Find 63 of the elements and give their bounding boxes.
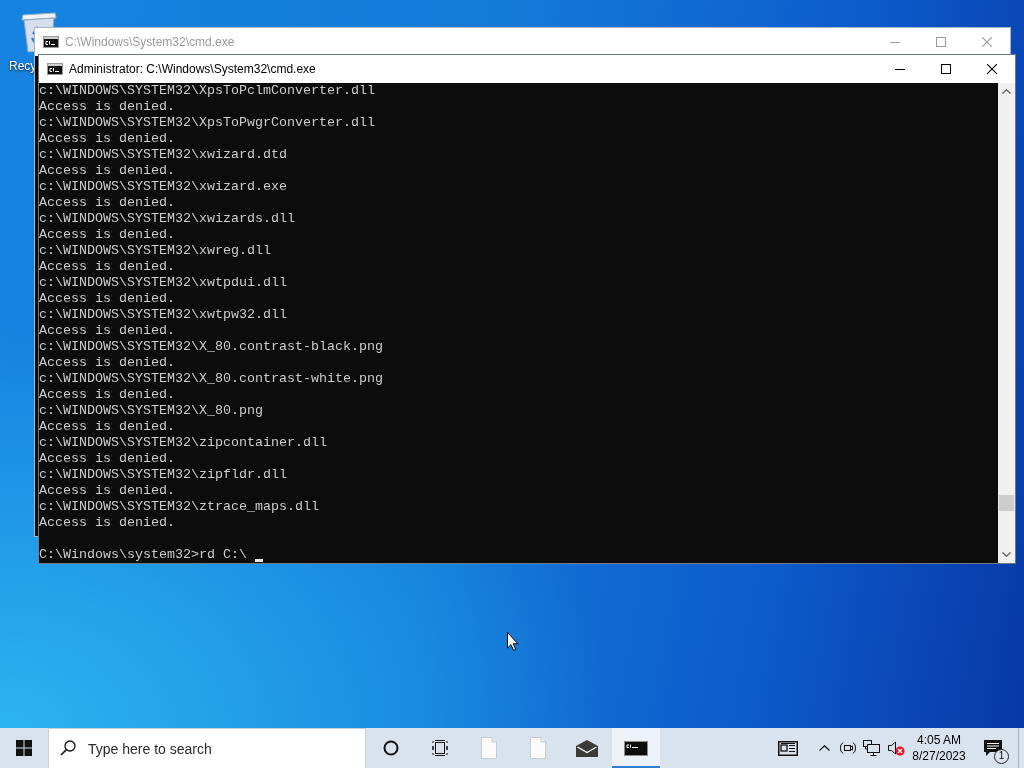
console-line: Access is denied. — [39, 355, 175, 371]
console-line: Access is denied. — [39, 259, 175, 275]
envelope-icon — [576, 739, 598, 757]
command-prompt-line[interactable]: C:\Windows\system32>rd C:\ — [39, 547, 247, 563]
console-line: c:\WINDOWS\SYSTEM32\XpsToPclmConverter.dll — [39, 83, 375, 99]
console-line: Access is denied. — [39, 195, 175, 211]
console-line: c:\WINDOWS\SYSTEM32\xwreg.dll — [39, 243, 271, 259]
console-line: c:\WINDOWS\SYSTEM32\xwtpw32.dll — [39, 307, 287, 323]
console-line: c:\WINDOWS\SYSTEM32\xwizards.dll — [39, 211, 295, 227]
console-line: c:\WINDOWS\SYSTEM32\zipcontainer.dll — [39, 435, 327, 451]
console-line: Access is denied. — [39, 515, 175, 531]
console-line: c:\WINDOWS\SYSTEM32\X_80.png — [39, 403, 263, 419]
document-icon — [481, 737, 497, 759]
console-line: Access is denied. — [39, 323, 175, 339]
console-icon — [624, 740, 648, 756]
minimize-icon — [890, 41, 900, 43]
chevron-down-icon — [1002, 552, 1011, 557]
console-line: c:\WINDOWS\SYSTEM32\X_80.contrast-white.png — [39, 371, 383, 387]
task-view-icon — [432, 740, 448, 756]
windows-logo-icon — [16, 740, 32, 756]
search-icon — [60, 740, 76, 756]
mouse-pointer-icon — [507, 632, 519, 651]
console-line: Access is denied. — [39, 131, 175, 147]
console-line: c:\WINDOWS\SYSTEM32\xwtpdui.dll — [39, 275, 287, 291]
console-line: Access is denied. — [39, 227, 175, 243]
console-line: c:\WINDOWS\SYSTEM32\X_80.contrast-black.png — [39, 339, 383, 355]
console-line: Access is denied. — [39, 387, 175, 403]
console-line: c:\WINDOWS\SYSTEM32\XpsToPwgrConverter.dll — [39, 115, 375, 131]
network-icon — [863, 740, 881, 756]
video-camera-icon — [840, 740, 856, 756]
console-icon — [47, 63, 63, 75]
console-icon — [43, 36, 59, 48]
notification-icon[interactable] — [984, 739, 1002, 757]
console-line: Access is denied. — [39, 483, 175, 499]
console-line: c:\WINDOWS\SYSTEM32\ztrace_maps.dll — [39, 499, 319, 515]
document-icon — [530, 737, 546, 759]
search-field[interactable]: Type here to search — [48, 728, 366, 768]
text-cursor — [254, 559, 263, 562]
newspaper-icon — [778, 740, 798, 756]
console-line: c:\WINDOWS\SYSTEM32\xwizard.exe — [39, 179, 287, 195]
taskbar-app-button[interactable] — [612, 728, 660, 768]
window-title: Administrator: C:\Windows\System32\cmd.exe — [69, 62, 316, 76]
console-line: Access is denied. — [39, 419, 175, 435]
maximize-icon — [936, 37, 946, 47]
scrollbar-thumb[interactable] — [999, 495, 1014, 511]
console-line: c:\WINDOWS\SYSTEM32\xwizard.dtd — [39, 147, 287, 163]
chevron-up-icon — [1002, 89, 1011, 94]
console-line: Access is denied. — [39, 99, 175, 115]
close-icon — [987, 64, 997, 74]
chevron-up-icon — [818, 745, 830, 751]
close-icon — [982, 37, 992, 47]
console-line: Access is denied. — [39, 451, 175, 467]
minimize-icon — [895, 68, 905, 70]
clock-date[interactable]: 8/27/2023 — [912, 748, 966, 764]
clock-time[interactable]: 4:05 AM — [917, 732, 961, 748]
console-line: Access is denied. — [39, 163, 175, 179]
notification-badge: 1 — [994, 749, 1009, 764]
console-line: c:\WINDOWS\SYSTEM32\zipfldr.dll — [39, 467, 287, 483]
maximize-icon — [941, 64, 951, 74]
window-title: C:\Windows\System32\cmd.exe — [65, 35, 235, 49]
circle-icon — [383, 740, 399, 756]
scrollbar[interactable] — [998, 83, 1015, 563]
console-line: Access is denied. — [39, 291, 175, 307]
